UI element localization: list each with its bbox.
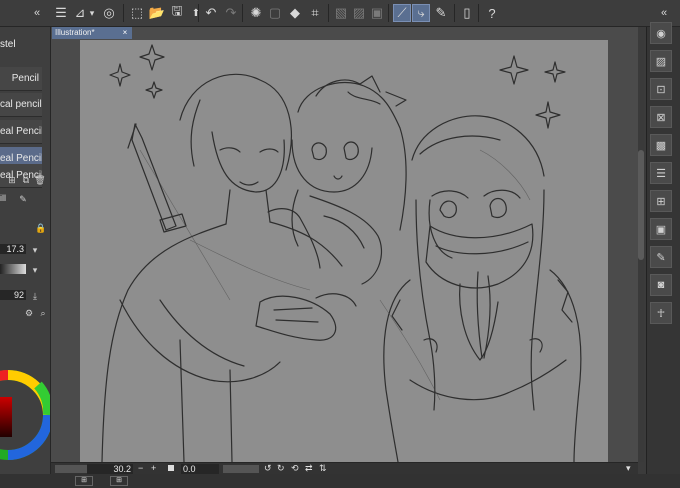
pen-icon[interactable]: ✎ (17, 193, 29, 205)
chevron-down-icon[interactable]: ▾ (29, 264, 41, 276)
toolbar-divider (328, 4, 329, 22)
camera-icon[interactable]: ◙ (650, 274, 672, 296)
scrollbar-thumb[interactable] (638, 150, 644, 260)
search-icon[interactable]: ⌕ (37, 307, 49, 319)
history-icon[interactable]: ☰ (650, 162, 672, 184)
toolbar-divider (198, 4, 199, 22)
close-layer-icon[interactable]: ⊠ (650, 106, 672, 128)
brush-size-value[interactable]: 17.3 (0, 244, 26, 254)
brush-shape-preview (0, 264, 26, 274)
chevron-down-icon[interactable]: ▾ (29, 244, 41, 256)
brush-label: Pencil (11, 73, 39, 84)
chevron-down-icon[interactable]: ▾ (626, 463, 631, 474)
rotate-right-icon[interactable]: ↻ (277, 463, 285, 474)
toolbar-divider (388, 4, 389, 22)
close-icon[interactable]: × (120, 27, 130, 39)
artwork-canvas[interactable] (80, 40, 608, 462)
collapse-icon[interactable]: « (28, 4, 46, 22)
figure-icon[interactable]: ☥ (650, 302, 672, 324)
palette-header: stel (0, 39, 16, 50)
sub-tool-label: ill (0, 193, 6, 203)
chevron-down-icon[interactable]: ▾ (87, 4, 97, 22)
collapse-icon[interactable]: « (655, 4, 673, 22)
fit-icon[interactable] (168, 465, 174, 471)
layer-icon[interactable]: ▧ (332, 4, 350, 22)
undo-icon[interactable]: ↶ (202, 4, 220, 22)
brush-label: cal pencil (0, 99, 42, 110)
panel-toggle-icon[interactable]: ⊞ (75, 476, 93, 486)
menu-icon[interactable]: ☰ (52, 4, 70, 22)
rotation-value[interactable]: 0.0 (181, 464, 219, 474)
rotation-slider[interactable] (223, 465, 259, 473)
toolbar-divider (242, 4, 243, 22)
tablet-icon[interactable]: ▯ (458, 4, 476, 22)
redo-icon[interactable]: ↷ (222, 4, 240, 22)
toolbar-divider (478, 4, 479, 22)
grid-icon[interactable]: ⊞ (650, 190, 672, 212)
pen-stabilize-icon[interactable]: ⟋ (393, 4, 411, 22)
stroke-icon[interactable]: ▣ (368, 4, 386, 22)
toolbar-divider (123, 4, 124, 22)
sketch-artwork (101, 44, 582, 462)
download-icon[interactable]: ⤓ (29, 290, 41, 302)
layer-property-icon[interactable]: ▨ (650, 50, 672, 72)
toolbar-divider (454, 4, 455, 22)
edit-icon[interactable]: ✎ (650, 246, 672, 268)
stroke-icon[interactable]: ▨ (350, 4, 368, 22)
spinner-icon[interactable]: ✺ (247, 4, 265, 22)
zoom-in-icon[interactable]: + (151, 463, 156, 473)
panel-toggle-icon[interactable]: ⊞ (110, 476, 128, 486)
brush-item[interactable]: eal Pencil (0, 120, 42, 144)
delete-brush-icon[interactable]: 🗑 (34, 174, 46, 186)
brush-item[interactable]: cal pencil (0, 93, 42, 117)
add-brush-icon[interactable]: ⊞ (6, 174, 18, 186)
flip-icon[interactable]: ⇄ (305, 463, 313, 474)
transform-icon[interactable]: ⌗ (306, 4, 324, 22)
lasso-icon[interactable]: ◎ (100, 4, 118, 22)
brush-item[interactable]: Pencil (0, 67, 42, 91)
pen-width-icon[interactable]: ✎ (432, 4, 450, 22)
lock-icon[interactable]: 🔒 (35, 222, 47, 234)
brush-label: eal Pencil (0, 153, 42, 164)
folder-icon[interactable]: 📂 (148, 4, 166, 22)
brush-label: eal Pencil (0, 126, 42, 137)
flip-vertical-icon[interactable]: ⇅ (319, 463, 327, 474)
help-icon[interactable]: ? (483, 4, 501, 22)
zoom-out-icon[interactable]: − (138, 463, 143, 473)
brush-palette: stel Pencil cal pencil eal Pencil eal Pe… (0, 27, 51, 488)
top-toolbar: ☰ ⊿ ▾ ◎ ⬚ 📂 🖫 ⬆ ↶ ↷ ✺ ▢ ◆ ⌗ ▧ ▨ ▣ ⟋ ⤷ ✎ … (0, 0, 680, 27)
pen-smooth-icon[interactable]: ⤷ (412, 4, 430, 22)
color-wheel[interactable] (0, 343, 50, 488)
copy-brush-icon[interactable]: ⧉ (20, 174, 32, 186)
select-icon[interactable]: ⬚ (128, 4, 146, 22)
layer-search-icon[interactable]: ⊡ (650, 78, 672, 100)
pattern-icon[interactable]: ▩ (650, 134, 672, 156)
reset-rotation-icon[interactable]: ⟲ (291, 463, 299, 474)
save-icon[interactable]: 🖫 (168, 3, 186, 22)
layer-icon[interactable]: ▣ (650, 218, 672, 240)
tab-title: Illustration* (55, 28, 95, 37)
rotate-left-icon[interactable]: ↺ (264, 463, 272, 474)
fill-icon[interactable]: ◆ (286, 4, 304, 22)
settings-icon[interactable]: ⚙ (23, 307, 35, 319)
clear-icon[interactable]: ▢ (266, 4, 284, 22)
navigator-icon[interactable]: ◉ (650, 22, 672, 44)
footer-bar: ⊞ ⊞ (0, 474, 680, 488)
zoom-value[interactable]: 30.2 (87, 464, 133, 474)
opacity-value[interactable]: 92 (0, 290, 26, 300)
